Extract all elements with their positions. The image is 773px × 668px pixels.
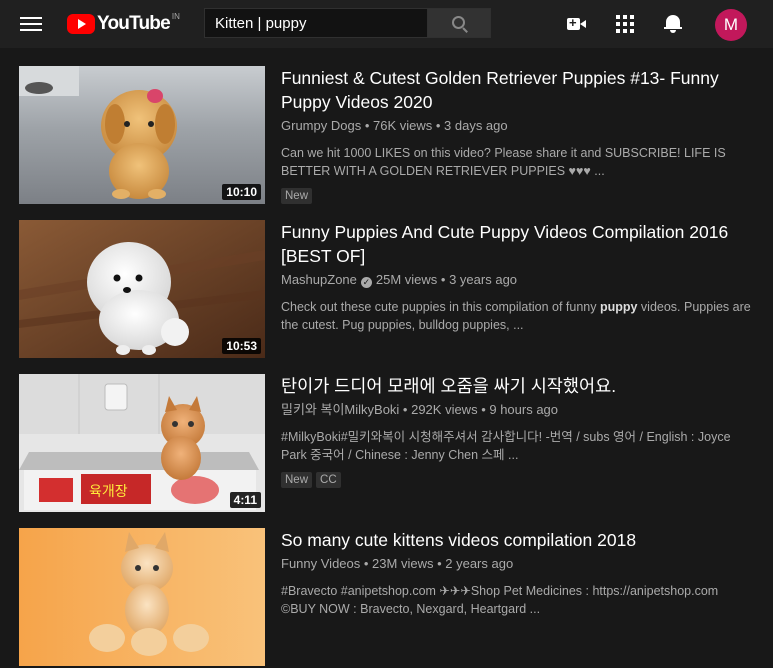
youtube-logo[interactable]: YouTube IN — [67, 12, 180, 36]
video-result[interactable]: 육개장 4:11 탄이가 드디어 모래에 오줌을 싸기 시작했어요. 밀키와 복… — [19, 374, 759, 514]
video-thumbnail[interactable]: 육개장 4:11 — [19, 374, 265, 512]
channel-name[interactable]: MashupZone — [281, 272, 357, 287]
video-description: #Bravecto #anipetshop.com ✈✈✈Shop Pet Me… — [281, 584, 719, 616]
channel-name[interactable]: 밀키와 복이MilkyBoki — [281, 402, 399, 417]
video-result[interactable]: 10:10 Funniest & Cutest Golden Retriever… — [19, 66, 759, 206]
view-count: 76K views — [372, 118, 433, 133]
video-thumbnail[interactable]: 10:53 — [19, 220, 265, 358]
video-title[interactable]: Funniest & Cutest Golden Retriever Puppi… — [281, 66, 751, 114]
avatar[interactable]: M — [715, 9, 747, 41]
video-description: Check out these cute puppies in this com… — [281, 300, 751, 332]
channel-name[interactable]: Grumpy Dogs — [281, 118, 361, 133]
youtube-play-icon — [67, 14, 95, 34]
upload-age: 3 days ago — [444, 118, 508, 133]
video-thumbnail[interactable]: 10:10 — [19, 66, 265, 204]
upload-age: 2 years ago — [445, 556, 514, 571]
apps-grid-icon[interactable] — [616, 15, 634, 33]
view-count: 23M views — [372, 556, 434, 571]
new-badge: New — [281, 472, 313, 488]
kitten-in-box-thumbnail: 육개장 — [19, 374, 265, 512]
svg-text:육개장: 육개장 — [89, 484, 128, 500]
notifications-bell-icon[interactable] — [664, 13, 682, 34]
search-input[interactable] — [204, 8, 428, 38]
video-duration: 4:11 — [229, 492, 261, 508]
video-thumbnail[interactable] — [19, 528, 265, 666]
verified-check-icon: ✓ — [360, 277, 372, 288]
video-description: #MilkyBoki#밀키와복이 시청해주셔서 감사합니다! -번역 / sub… — [281, 430, 731, 462]
region-code: IN — [171, 11, 180, 21]
video-title[interactable]: So many cute kittens videos compilation … — [281, 528, 751, 552]
channel-name[interactable]: Funny Videos — [281, 556, 360, 571]
video-duration: 10:10 — [222, 184, 261, 200]
video-result[interactable]: 10:53 Funny Puppies And Cute Puppy Video… — [19, 220, 759, 360]
upload-age: 9 hours ago — [489, 402, 559, 417]
upload-age: 3 years ago — [449, 272, 518, 287]
video-title[interactable]: Funny Puppies And Cute Puppy Videos Comp… — [281, 220, 751, 268]
view-count: 292K views — [411, 402, 478, 417]
new-badge: New — [281, 188, 313, 204]
logo-text: YouTube — [97, 13, 171, 34]
top-bar: YouTube IN M — [0, 0, 773, 48]
search-button[interactable] — [427, 8, 491, 38]
kittens-thumbnail — [19, 528, 265, 666]
hamburger-menu-icon[interactable] — [20, 14, 42, 34]
video-duration: 10:53 — [222, 338, 261, 354]
video-description: Can we hit 1000 LIKES on this video? Ple… — [281, 146, 726, 178]
create-video-icon[interactable] — [567, 15, 587, 33]
video-title[interactable]: 탄이가 드디어 모래에 오줌을 싸기 시작했어요. — [281, 374, 751, 398]
cc-badge: CC — [316, 472, 341, 488]
video-result[interactable]: So many cute kittens videos compilation … — [19, 528, 759, 668]
view-count: 25M views — [375, 272, 438, 287]
